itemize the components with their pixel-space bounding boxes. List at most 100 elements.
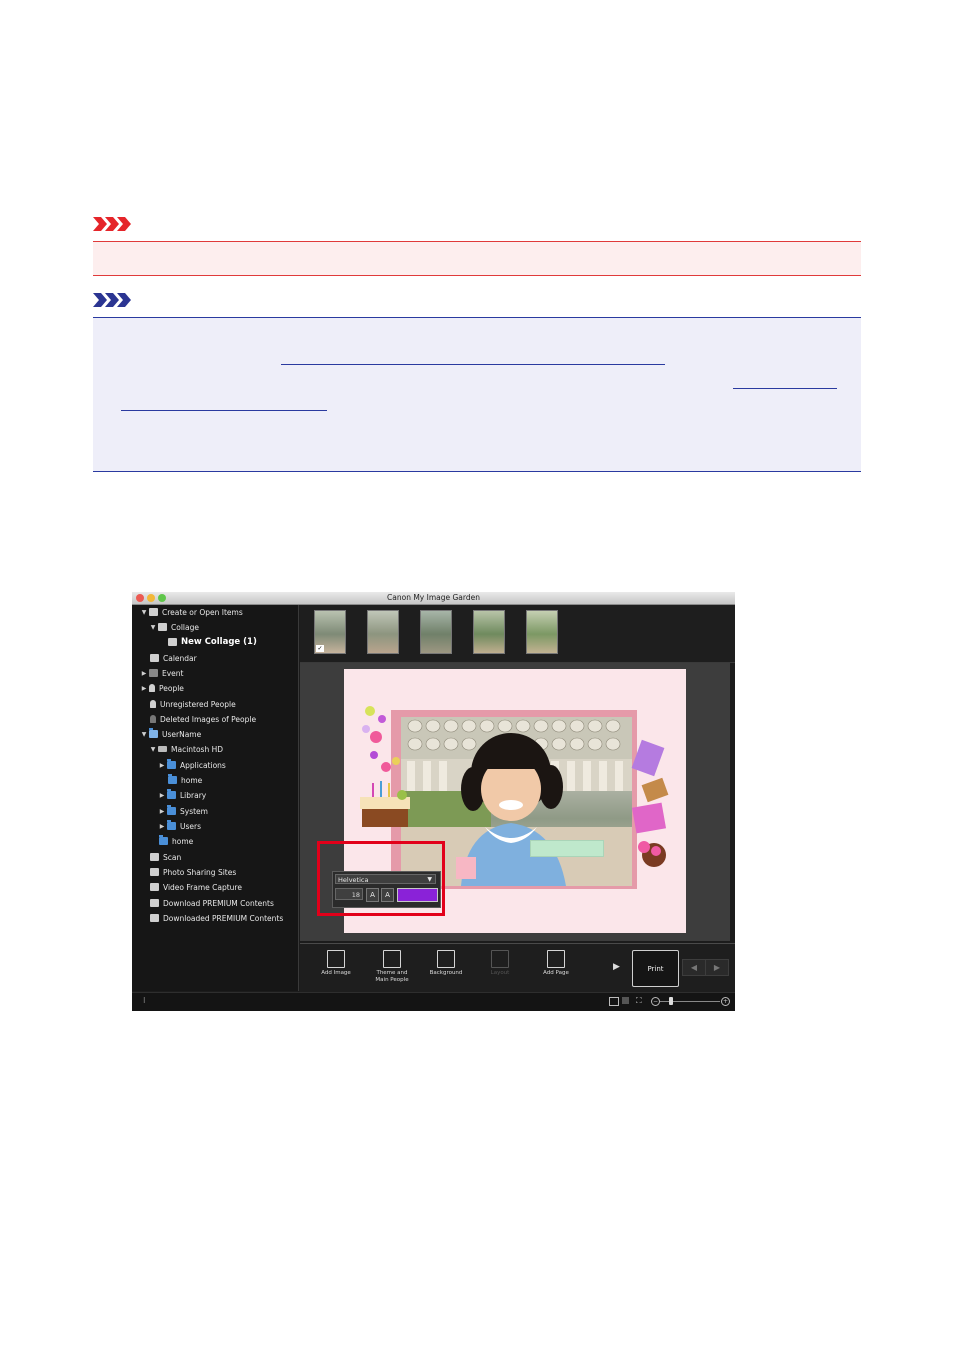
folder-icon bbox=[167, 789, 176, 799]
sidebar-item-label: Create or Open Items bbox=[162, 607, 243, 617]
sidebar-item-label: Event bbox=[162, 668, 184, 678]
sidebar: ▼ Create or Open Items ▼ Collage New Colla… bbox=[132, 605, 299, 1004]
disclosure-right-icon[interactable]: ▶ bbox=[141, 685, 147, 692]
sidebar-item-label: home bbox=[172, 836, 194, 846]
sidebar-item-system[interactable]: ▶ System bbox=[159, 804, 208, 818]
sidebar-item-label: Deleted Images of People bbox=[160, 714, 257, 724]
calendar-icon bbox=[150, 654, 159, 662]
disclosure-right-icon[interactable]: ▶ bbox=[159, 762, 165, 769]
sidebar-item-download-premium[interactable]: Download PREMIUM Contents bbox=[150, 896, 274, 910]
thumbnail-strip: ✓ bbox=[300, 605, 735, 663]
disclosure-right-icon[interactable]: ▶ bbox=[141, 670, 147, 677]
sidebar-item-home-2[interactable]: home bbox=[159, 834, 193, 848]
app-window: Canon My Image Garden ▼ Create or Open It… bbox=[132, 592, 735, 1011]
window-title: Canon My Image Garden bbox=[387, 593, 480, 602]
sidebar-item-label: Library bbox=[180, 790, 207, 800]
expand-arrow-icon[interactable]: ▶ bbox=[613, 962, 620, 972]
sidebar-item-label: Download PREMIUM Contents bbox=[163, 898, 274, 908]
add-page-icon bbox=[547, 950, 565, 968]
thumbnail-2[interactable] bbox=[367, 610, 399, 654]
disclosure-down-icon[interactable]: ▼ bbox=[141, 731, 147, 738]
add-page-button[interactable]: Add Page bbox=[536, 950, 576, 977]
note-link-2b[interactable] bbox=[121, 410, 327, 411]
sidebar-item-event[interactable]: ▶ Event bbox=[141, 666, 184, 680]
note-icon bbox=[93, 293, 131, 307]
fit-icon[interactable]: ⛶ bbox=[636, 996, 642, 1006]
add-image-icon bbox=[327, 950, 345, 968]
sidebar-item-scan[interactable]: Scan bbox=[150, 850, 181, 864]
sidebar-item-people[interactable]: ▶ People bbox=[141, 681, 184, 695]
thumbnail-5[interactable] bbox=[526, 610, 558, 654]
event-icon bbox=[149, 669, 158, 677]
home-icon bbox=[159, 835, 168, 845]
sidebar-item-label: Downloaded PREMIUM Contents bbox=[163, 913, 284, 923]
zoom-slider-thumb[interactable] bbox=[669, 997, 673, 1005]
sidebar-item-label: Collage bbox=[171, 622, 199, 632]
cake-decoration bbox=[360, 781, 410, 827]
unregistered-person-icon bbox=[150, 700, 156, 708]
sidebar-item-new-collage[interactable]: New Collage (1) bbox=[168, 635, 257, 649]
sidebar-item-label: UserName bbox=[162, 729, 202, 739]
note-link-2a[interactable] bbox=[733, 388, 837, 389]
downloaded-icon bbox=[150, 914, 159, 922]
text-box[interactable] bbox=[530, 840, 604, 857]
disclosure-right-icon[interactable]: ▶ bbox=[159, 823, 165, 830]
photo-sharing-icon bbox=[150, 868, 159, 876]
sidebar-item-collage[interactable]: ▼ Collage bbox=[150, 620, 199, 634]
sidebar-item-username[interactable]: ▼ UserName bbox=[141, 727, 201, 741]
deleted-person-icon bbox=[150, 715, 156, 723]
zoom-in-icon[interactable]: + bbox=[721, 997, 730, 1006]
note-box bbox=[93, 317, 861, 472]
disclosure-right-icon[interactable]: ▶ bbox=[159, 808, 165, 815]
collage-doc-icon bbox=[168, 638, 177, 646]
thumbnail-3[interactable] bbox=[420, 610, 452, 654]
sidebar-item-label: Calendar bbox=[163, 653, 197, 663]
thumbnail-4[interactable] bbox=[473, 610, 505, 654]
layout-icon bbox=[491, 950, 509, 968]
sidebar-item-library[interactable]: ▶ Library bbox=[159, 788, 206, 802]
sidebar-item-create[interactable]: ▼ Create or Open Items bbox=[141, 605, 243, 619]
info-icon[interactable]: ⁝ bbox=[143, 996, 146, 1005]
view-mode-2-icon[interactable] bbox=[622, 997, 629, 1004]
sidebar-item-label: Applications bbox=[180, 760, 226, 770]
sidebar-item-home[interactable]: home bbox=[168, 773, 202, 787]
theme-main-people-button[interactable]: Theme and Main People bbox=[368, 950, 416, 984]
prev-page-icon[interactable]: ◀ bbox=[682, 959, 706, 976]
background-button[interactable]: Background bbox=[424, 950, 468, 977]
sidebar-item-downloaded-premium[interactable]: Downloaded PREMIUM Contents bbox=[150, 911, 283, 925]
sidebar-item-label: Unregistered People bbox=[160, 699, 236, 709]
sidebar-item-label: home bbox=[181, 775, 203, 785]
view-mode-1-icon[interactable] bbox=[609, 997, 619, 1006]
add-image-button[interactable]: Add Image bbox=[316, 950, 356, 977]
thumbnail-1[interactable]: ✓ bbox=[314, 610, 346, 654]
flower-decorations bbox=[362, 706, 400, 772]
note-link-1[interactable] bbox=[281, 364, 665, 365]
disclosure-down-icon[interactable]: ▼ bbox=[150, 624, 156, 631]
computer-icon bbox=[149, 728, 158, 738]
theme-label-line1: Theme and bbox=[376, 970, 408, 976]
print-button[interactable]: Print bbox=[632, 950, 679, 987]
background-icon bbox=[437, 950, 455, 968]
sidebar-item-unregistered-people[interactable]: Unregistered People bbox=[150, 697, 236, 711]
sidebar-item-calendar[interactable]: Calendar bbox=[150, 651, 197, 665]
print-label: Print bbox=[647, 964, 664, 973]
sidebar-item-users[interactable]: ▶ Users bbox=[159, 819, 201, 833]
checkmark-icon[interactable]: ✓ bbox=[316, 645, 324, 652]
download-icon bbox=[150, 899, 159, 907]
disclosure-down-icon[interactable]: ▼ bbox=[150, 746, 156, 753]
folder-icon bbox=[167, 820, 176, 830]
disclosure-right-icon[interactable]: ▶ bbox=[159, 792, 165, 799]
disclosure-down-icon[interactable]: ▼ bbox=[141, 609, 147, 616]
layout-button[interactable]: Layout bbox=[480, 950, 520, 977]
next-page-icon[interactable]: ▶ bbox=[705, 959, 729, 976]
sidebar-item-photo-sharing[interactable]: Photo Sharing Sites bbox=[150, 865, 236, 879]
sidebar-item-macintosh-hd[interactable]: ▼ Macintosh HD bbox=[150, 742, 223, 756]
sidebar-item-deleted-people[interactable]: Deleted Images of People bbox=[150, 712, 256, 726]
zoom-out-icon[interactable]: − bbox=[651, 997, 660, 1006]
sidebar-item-label: People bbox=[159, 683, 184, 693]
sidebar-item-applications[interactable]: ▶ Applications bbox=[159, 758, 226, 772]
important-icon bbox=[93, 217, 131, 231]
title-bar: Canon My Image Garden bbox=[132, 592, 735, 605]
folder-icon bbox=[167, 759, 176, 769]
sidebar-item-video-frame[interactable]: Video Frame Capture bbox=[150, 880, 242, 894]
